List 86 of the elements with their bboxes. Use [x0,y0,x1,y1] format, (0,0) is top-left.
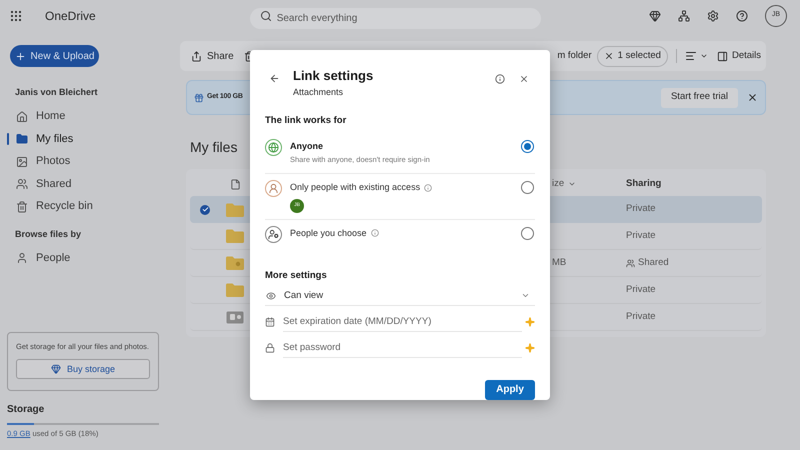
page-title: My files [190,138,238,157]
password-field[interactable]: Set password [283,338,522,358]
calendar-icon [265,317,275,328]
file-type-icon [230,178,240,190]
diamond-icon [50,364,61,374]
toolbar-item[interactable]: m folder [557,48,592,64]
person-settings-icon [265,226,282,242]
section-heading: More settings [265,268,328,282]
nav-item[interactable]: Recycle bin [0,196,170,218]
access-option[interactable]: People you choose [265,220,535,250]
caret-icon [700,52,708,60]
option-label: People you choose [290,226,367,240]
nav-item[interactable]: Photos [0,150,170,172]
eye-icon [266,290,276,301]
permission-dropdown[interactable]: Can view [265,286,535,306]
plus-icon [14,50,26,62]
nav-item[interactable]: My files [0,128,170,150]
nav-item[interactable]: Home [0,106,170,128]
app-launcher-icon[interactable] [10,10,22,22]
gift-icon [194,92,204,102]
shared-folder-icon [226,256,244,270]
dialog-subtitle: Attachments [293,86,344,98]
help-icon[interactable] [736,10,748,22]
storage-heading: Storage [7,403,46,417]
trash-icon [16,200,28,212]
details-button[interactable]: Details [716,48,761,64]
home-icon [16,110,28,122]
diamond-icon[interactable] [649,10,661,22]
sharing-cell-text: Private [625,202,657,216]
sparkle-icon [525,343,535,354]
sharing-cell-text: Private [625,228,657,243]
lock-icon [265,343,275,354]
radio-button[interactable] [521,140,534,154]
folder-icon [226,283,244,297]
info-icon[interactable] [370,229,379,238]
size-cell-text: MB [551,256,568,270]
close-icon[interactable] [519,74,529,84]
option-label: Only people with existing access [290,181,420,194]
info-icon[interactable] [495,74,505,84]
check-icon[interactable] [200,204,210,214]
nav-item[interactable]: People [0,247,170,269]
share-button[interactable]: Share [191,48,234,64]
nav-item[interactable]: Shared [0,173,170,195]
section-heading: Browse files by [15,228,82,241]
expiration-date-field[interactable]: Set expiration date (MM/DD/YYYY) [283,312,522,332]
person-icon [16,252,28,264]
section-heading: The link works for [265,114,348,128]
folder-icon [226,202,244,216]
caret-icon [568,180,576,188]
folder-icon [16,133,28,145]
buy-storage-button[interactable]: Buy storage [16,359,150,380]
option-label: Anyone [290,140,324,154]
radio-button[interactable] [521,226,534,240]
column-header[interactable]: ize [548,176,624,192]
radio-button[interactable] [521,181,534,194]
person-icon [265,180,282,197]
info-icon[interactable] [424,184,432,192]
sharing-cell-text: Private [625,282,657,297]
people-icon [16,178,28,190]
close-icon[interactable] [747,92,758,103]
photo-album-icon [226,310,244,324]
dialog-title: Link settings [293,67,374,85]
start-trial-button[interactable]: Start free trial [660,88,738,108]
back-icon[interactable] [269,73,280,84]
app-name: OneDrive [45,8,96,24]
clear-selection-button[interactable]: 1 selected [596,46,668,66]
sort-icon [684,50,697,62]
column-header[interactable]: Sharing [624,176,762,192]
new-upload-button[interactable]: New & Upload [10,45,99,67]
settings-icon[interactable] [707,10,719,22]
close-icon [604,51,614,61]
sharing-cell-text: Private [625,310,657,324]
sort-button[interactable] [684,50,708,62]
share-icon [191,50,202,62]
search-icon [260,10,272,22]
globe-icon [265,139,282,156]
sparkle-icon [525,317,535,328]
people-network-icon[interactable] [678,10,690,22]
search-field[interactable]: Search everything [250,8,541,29]
photo-icon [16,156,28,168]
selection-indicator [7,133,9,145]
details-pane-icon [716,50,728,62]
user-name: Janis von Bleichert [15,86,99,99]
apply-button[interactable]: Apply [485,380,535,400]
folder-icon [226,229,244,243]
sharing-cell: Shared [624,256,762,270]
